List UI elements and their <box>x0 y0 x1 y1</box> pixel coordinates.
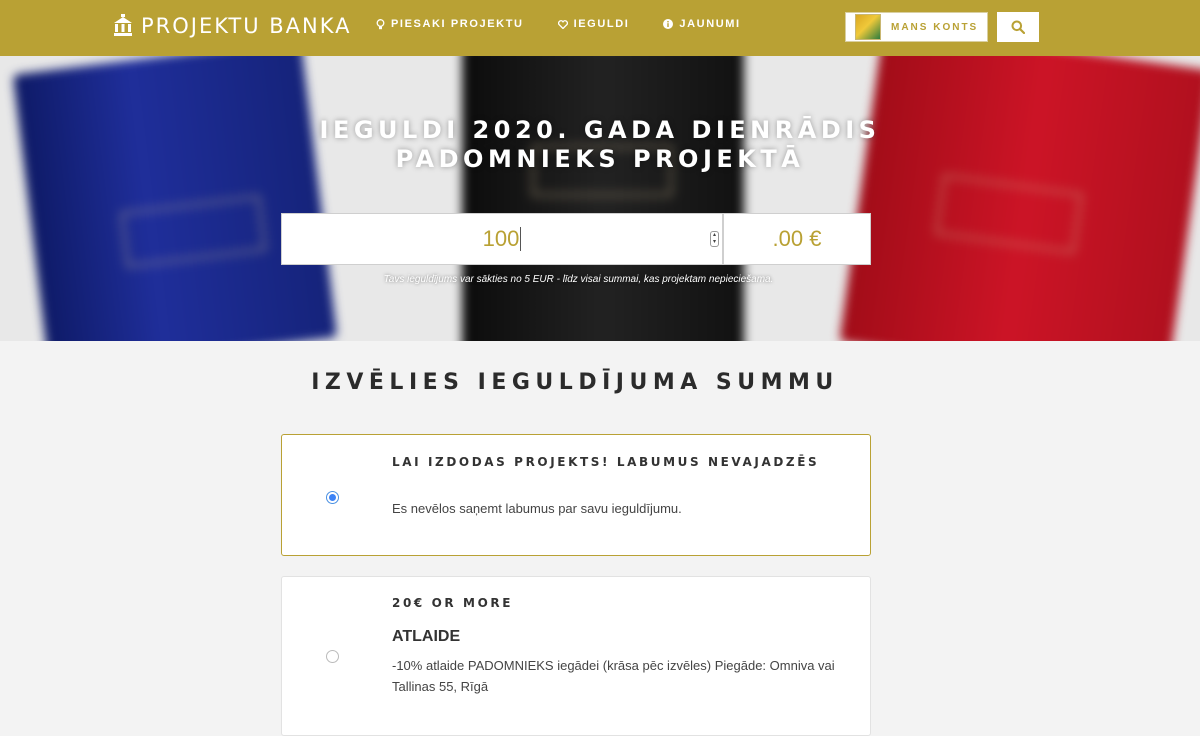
amount-value: 100 <box>482 226 520 251</box>
hero-title-line-1: IEGULDI 2020. GADA DIENRĀDIS <box>319 116 881 144</box>
reward-option-no-reward[interactable]: LAI IZDODAS PROJEKTS! LABUMUS NEVAJADZĒS… <box>281 434 871 556</box>
nav-label: IEGULDI <box>573 18 630 30</box>
account-label: MANS KONTS <box>891 21 979 33</box>
hero-book-red-image <box>839 56 1200 341</box>
hero-book-blue-image <box>12 56 338 341</box>
text-caret <box>520 227 522 251</box>
info-icon <box>663 19 674 29</box>
bank-logo-icon <box>114 14 132 36</box>
my-account-button[interactable]: MANS KONTS <box>845 12 988 42</box>
nav-jaunumi[interactable]: JAUNUMI <box>663 18 740 30</box>
reward-description: -10% atlaide PADOMNIEKS iegādei (krāsa p… <box>392 658 835 694</box>
reward-title: 20€ OR MORE <box>392 596 514 610</box>
nav-label: PIESAKI PROJEKTU <box>391 18 524 30</box>
reward-title: LAI IZDODAS PROJEKTS! LABUMUS NEVAJADZĒS <box>392 455 820 469</box>
reward-subtitle: ATLAIDE <box>392 628 461 645</box>
hero-title: IEGULDI 2020. GADA DIENRĀDIS PADOMNIEKS … <box>0 116 1200 174</box>
reward-description: Es nevēlos saņemt labumus par savu iegul… <box>392 501 682 516</box>
hero-note: Tavs ieguldījums var sākties no 5 EUR - … <box>383 274 774 285</box>
logo-link[interactable]: PROJEKTU BANKA <box>113 10 352 42</box>
avatar <box>855 14 881 40</box>
logo-text: PROJEKTU BANKA <box>141 14 352 38</box>
number-stepper-icon[interactable]: ▴ ▾ <box>710 231 719 247</box>
hero-banner: IEGULDI 2020. GADA DIENRĀDIS PADOMNIEKS … <box>0 56 1200 341</box>
top-navbar: PROJEKTU BANKA PIESAKI PROJEKTU IEGULDI … <box>0 0 1200 56</box>
investment-amount-input[interactable]: 100 ▴ ▾ <box>281 213 723 265</box>
search-button[interactable] <box>997 12 1039 42</box>
lightbulb-icon <box>376 18 385 29</box>
amount-cents-display: .00 € <box>723 213 871 265</box>
nav-piesaki-projektu[interactable]: PIESAKI PROJEKTU <box>376 18 524 30</box>
search-icon <box>1011 20 1025 34</box>
section-title: IZVĒLIES IEGULDĪJUMA SUMMU <box>311 370 839 395</box>
reward-radio[interactable] <box>326 650 339 663</box>
heart-icon <box>557 19 568 29</box>
reward-radio-selected[interactable] <box>326 491 339 504</box>
main-nav: PIESAKI PROJEKTU IEGULDI JAUNUMI <box>376 18 775 30</box>
nav-ieguldi[interactable]: IEGULDI <box>557 18 630 30</box>
hero-title-line-2: PADOMNIEKS PROJEKTĀ <box>395 145 805 173</box>
nav-label: JAUNUMI <box>679 18 741 30</box>
reward-option-20-eur[interactable]: 20€ OR MORE ATLAIDE -10% atlaide PADOMNI… <box>281 576 871 736</box>
hero-book-black-image <box>462 56 744 341</box>
